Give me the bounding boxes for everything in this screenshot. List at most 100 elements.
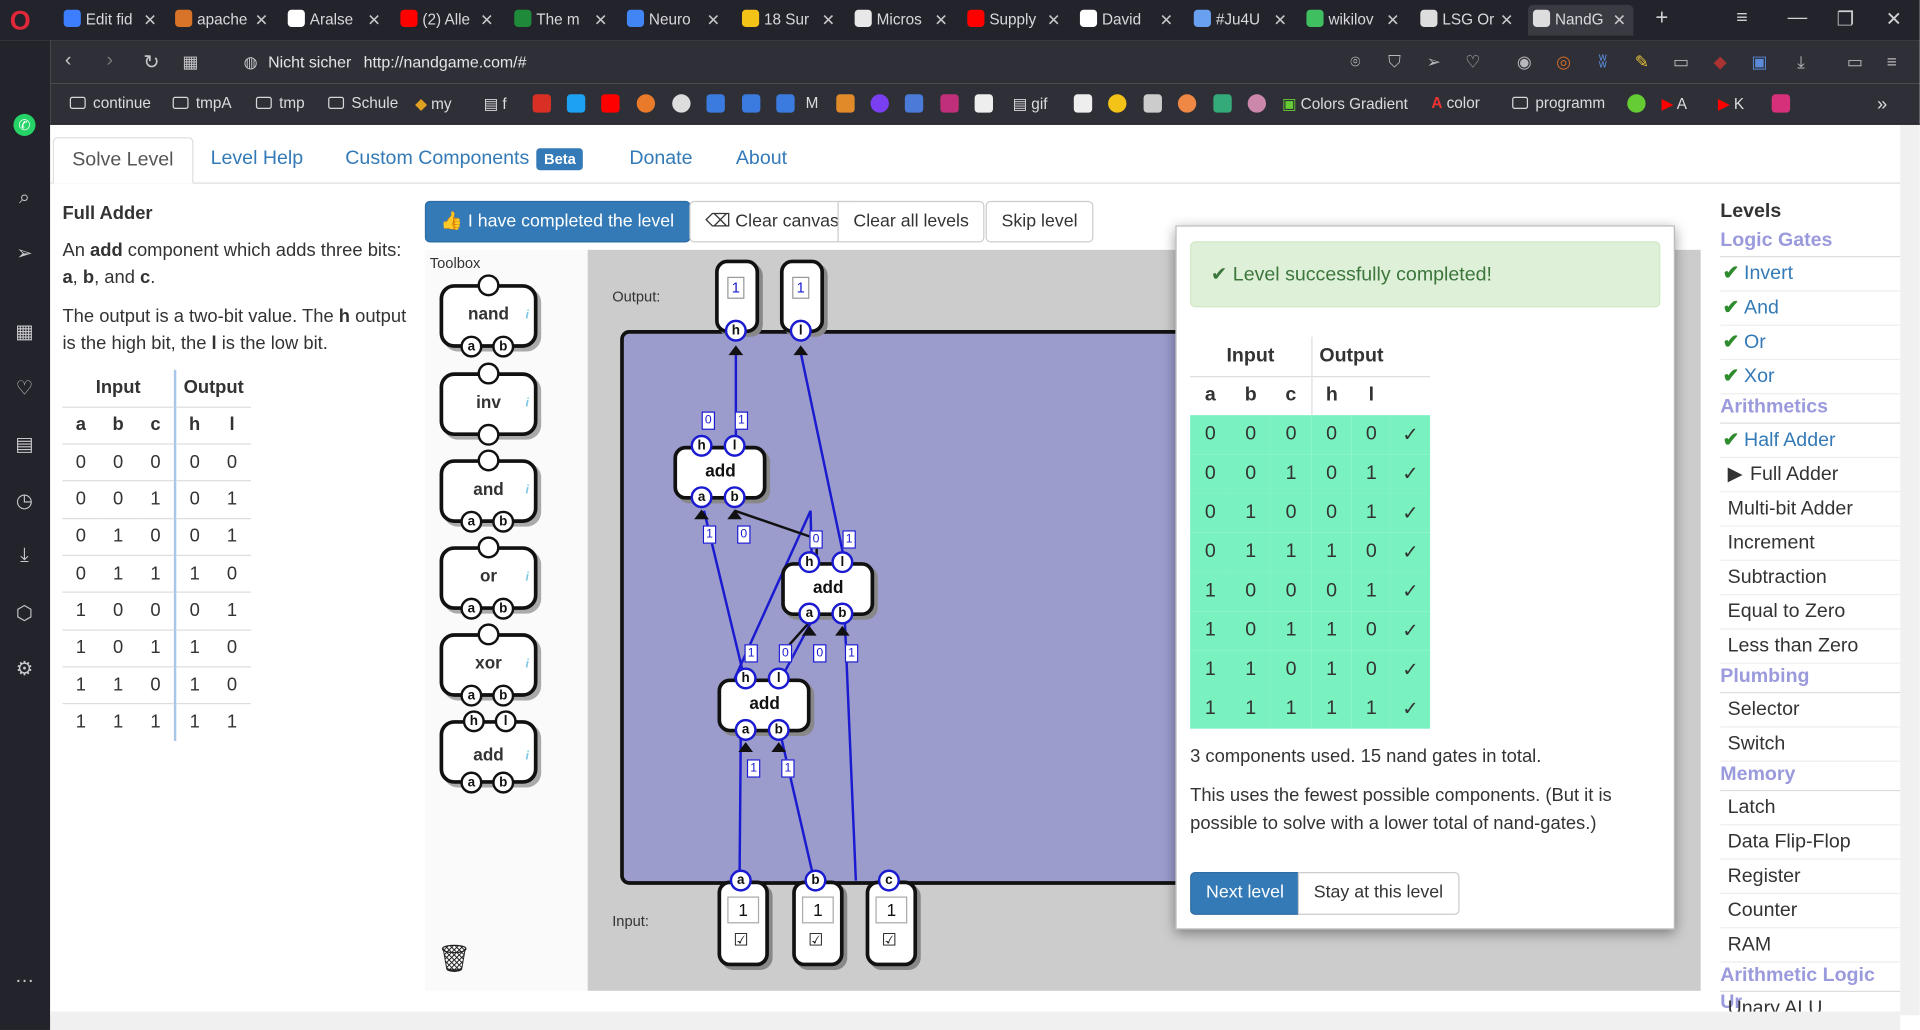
level-item[interactable]: ▶ Full Adder — [1720, 458, 1901, 493]
history-icon[interactable]: ◷ — [13, 491, 35, 513]
bookmark-folder[interactable]: Schule — [328, 94, 398, 111]
level-item[interactable]: Latch — [1720, 791, 1901, 826]
bookmark-icon[interactable] — [1177, 94, 1197, 113]
more-icon[interactable]: … — [13, 966, 35, 988]
cube-icon[interactable]: ◆ — [1710, 51, 1730, 71]
more-bookmarks-button[interactable]: » — [1877, 94, 1887, 115]
input-pin[interactable]: c — [877, 869, 900, 892]
color-wheel-icon[interactable] — [1247, 94, 1267, 113]
bookmark-icon[interactable] — [776, 94, 795, 113]
level-item[interactable]: RAM — [1720, 928, 1901, 963]
stay-level-button[interactable]: Stay at this level — [1297, 871, 1459, 915]
browser-tab[interactable]: 18 Sur ✕ — [737, 5, 842, 36]
maximize-button[interactable]: ❐ — [1837, 7, 1855, 31]
gear-icon[interactable]: ⚙ — [13, 659, 35, 681]
level-item[interactable]: ✔ Or — [1720, 326, 1901, 361]
level-item[interactable]: Increment — [1720, 527, 1901, 561]
clear-canvas-button[interactable]: ⌫ Clear canvas — [689, 200, 855, 243]
level-item[interactable]: Equal to Zero — [1720, 595, 1901, 630]
output-pin-h[interactable]: h — [734, 667, 757, 690]
close-tab-icon[interactable]: ✕ — [594, 5, 607, 36]
bookmark-icon[interactable] — [741, 94, 761, 113]
reader-icon[interactable]: ▭ — [1671, 51, 1691, 71]
input-pin[interactable]: b — [804, 869, 827, 892]
input-pin[interactable]: a — [460, 771, 483, 794]
close-tab-icon[interactable]: ✕ — [255, 5, 268, 36]
browser-tab[interactable]: The m ✕ — [509, 5, 614, 36]
instagram-icon[interactable] — [1771, 94, 1791, 113]
output-pin[interactable] — [477, 274, 500, 297]
input-pin[interactable]: b — [492, 597, 515, 620]
grid-icon[interactable]: ▦ — [13, 322, 35, 344]
browser-tab[interactable]: (2) Alle ✕ — [395, 5, 500, 36]
battery-icon[interactable]: ▭ — [1845, 51, 1865, 71]
output-pin[interactable] — [477, 536, 500, 559]
toolbox-component-inv[interactable]: inv i — [439, 362, 538, 446]
output-pin[interactable]: l — [789, 319, 812, 342]
search-icon[interactable]: ⌕ — [13, 187, 35, 209]
output-pin[interactable] — [477, 449, 500, 472]
whatsapp-icon[interactable]: ✆ — [13, 113, 36, 136]
tab-custom-components[interactable]: Custom Components Beta — [327, 137, 602, 184]
close-tab-icon[interactable]: ✕ — [822, 5, 835, 36]
info-icon[interactable]: i — [526, 378, 529, 429]
input-pin[interactable]: a — [460, 510, 483, 533]
trash-icon[interactable]: 🗑 — [437, 943, 471, 975]
extension-icon[interactable]: ʬ — [1593, 51, 1613, 71]
level-item[interactable]: Subtraction — [1720, 561, 1901, 596]
close-tab-icon[interactable]: ✕ — [1613, 5, 1626, 36]
level-item[interactable]: Register — [1720, 860, 1901, 895]
bookmark-icon[interactable] — [1073, 94, 1093, 113]
input-pin-b[interactable]: b — [723, 486, 746, 509]
toolbox-component-or[interactable]: or i a b — [439, 536, 538, 620]
smiley-icon[interactable] — [1108, 94, 1127, 113]
toolbox-component-add[interactable]: add i h l a b — [439, 710, 538, 794]
github-icon[interactable]: ◉ — [1515, 51, 1535, 71]
url-input[interactable]: http://nandgame.com/# — [364, 53, 527, 71]
input-pin-a[interactable]: a — [734, 718, 757, 741]
input-value-field[interactable]: 1 — [727, 896, 760, 924]
output-pin-l[interactable]: l — [723, 434, 746, 457]
minimize-button[interactable]: — — [1788, 7, 1808, 29]
opera-logo-icon[interactable]: O — [10, 6, 39, 35]
reload-button[interactable]: ↻ — [143, 50, 159, 74]
translate-icon[interactable]: ▣ — [1750, 51, 1770, 71]
bookmark-folder[interactable]: tmp — [255, 94, 305, 111]
close-tab-icon[interactable]: ✕ — [1500, 5, 1513, 36]
clapper-icon[interactable] — [974, 94, 993, 113]
bookmark-link[interactable]: ▤ f — [484, 94, 507, 113]
level-item[interactable]: ✔ Half Adder — [1720, 424, 1901, 459]
info-icon[interactable]: i — [526, 726, 529, 787]
browser-tab[interactable]: LSG Or ✕ — [1415, 5, 1520, 36]
bookmark-icon[interactable] — [836, 94, 855, 113]
tab-donate[interactable]: Donate — [611, 137, 711, 184]
bookmark-link[interactable]: ▤ gif — [1013, 94, 1048, 113]
tab-menu-icon[interactable]: ≡ — [1736, 7, 1747, 29]
info-icon[interactable]: i — [526, 290, 529, 341]
bookmark-icon[interactable] — [1213, 94, 1232, 113]
output-pin[interactable]: h — [724, 319, 747, 342]
tab-level-help[interactable]: Level Help — [192, 137, 321, 184]
vertical-scrollbar[interactable] — [1900, 124, 1920, 1016]
close-tab-icon[interactable]: ✕ — [367, 5, 380, 36]
input-checkbox[interactable]: ☑ — [882, 930, 897, 951]
bookmark-icon[interactable] — [1143, 94, 1162, 113]
forward-button[interactable]: › — [107, 50, 114, 72]
input-value-field[interactable]: 1 — [801, 896, 834, 924]
browser-tab[interactable]: Supply ✕ — [962, 5, 1067, 36]
heart-icon[interactable]: ♡ — [13, 378, 35, 400]
input-pin[interactable]: a — [460, 597, 483, 620]
bookmark-icon[interactable] — [636, 94, 656, 113]
menu-icon[interactable]: ≡ — [1882, 51, 1902, 71]
bookmark-folder[interactable]: tmpA — [172, 94, 232, 111]
tab-about[interactable]: About — [717, 137, 805, 184]
bookmark-icon[interactable] — [706, 94, 725, 113]
twitter-icon[interactable] — [566, 94, 586, 113]
bookmark-link[interactable]: ▶ A — [1662, 94, 1687, 113]
bookmark-icon[interactable] — [870, 94, 889, 113]
bookmark-link[interactable]: M — [806, 94, 819, 111]
bookmark-folder[interactable]: continue — [69, 94, 151, 111]
bookmark-icon[interactable] — [1627, 94, 1646, 113]
browser-tab[interactable]: NandG ✕ — [1528, 4, 1634, 36]
output-pin[interactable] — [477, 362, 500, 385]
